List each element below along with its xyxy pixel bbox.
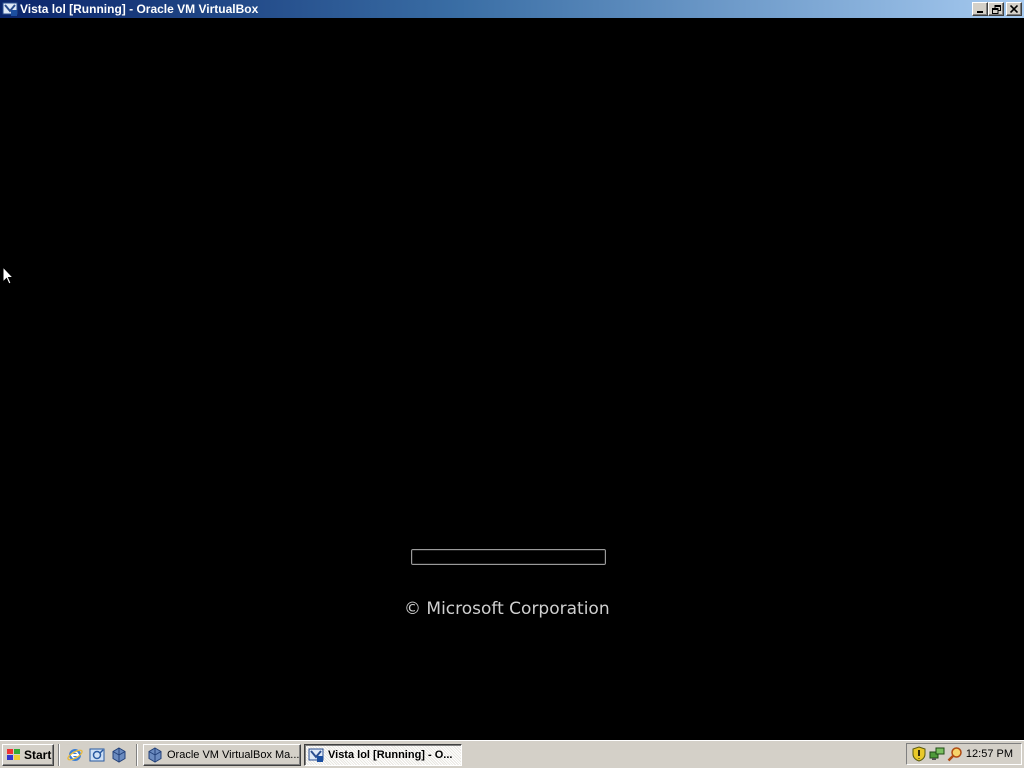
virtualbox-icon[interactable] [110, 746, 128, 764]
search-icon[interactable] [947, 746, 963, 762]
internet-explorer-icon[interactable] [66, 746, 84, 764]
start-label: Start [24, 747, 52, 762]
taskbar: Start Oracle VM VirtualBox Ma... Vista l… [0, 740, 1024, 768]
windows-logo-icon [6, 748, 22, 762]
restore-button[interactable] [988, 2, 1004, 16]
copyright-text: © Microsoft Corporation [404, 599, 610, 619]
task-label: Oracle VM VirtualBox Ma... [167, 748, 300, 761]
system-tray: 12:57 PM [906, 743, 1022, 765]
quick-launch-bar [62, 746, 132, 764]
network-icon[interactable] [929, 746, 945, 762]
boot-progress-bar [411, 549, 606, 565]
start-button[interactable]: Start [2, 743, 54, 766]
taskbar-divider [136, 743, 138, 766]
outlook-express-icon[interactable] [88, 746, 106, 764]
vm-display[interactable]: © Microsoft Corporation [0, 18, 1024, 740]
virtualbox-vm-icon[interactable] [2, 1, 18, 17]
task-label: Vista lol [Running] - O... [328, 748, 453, 761]
mouse-cursor-icon [2, 266, 15, 285]
security-shield-icon[interactable] [911, 746, 927, 762]
window-titlebar[interactable]: Vista lol [Running] - Oracle VM VirtualB… [0, 0, 1024, 18]
taskbar-divider [58, 743, 60, 766]
task-button-virtualbox-manager[interactable]: Oracle VM VirtualBox Ma... [143, 743, 301, 766]
window-title: Vista lol [Running] - Oracle VM VirtualB… [20, 2, 259, 16]
task-button-vista-vm[interactable]: Vista lol [Running] - O... [304, 743, 462, 766]
virtualbox-icon [147, 746, 163, 763]
virtualbox-vm-icon [308, 747, 324, 763]
clock[interactable]: 12:57 PM [966, 748, 1013, 760]
minimize-button[interactable] [972, 2, 988, 16]
close-button[interactable] [1006, 2, 1022, 16]
